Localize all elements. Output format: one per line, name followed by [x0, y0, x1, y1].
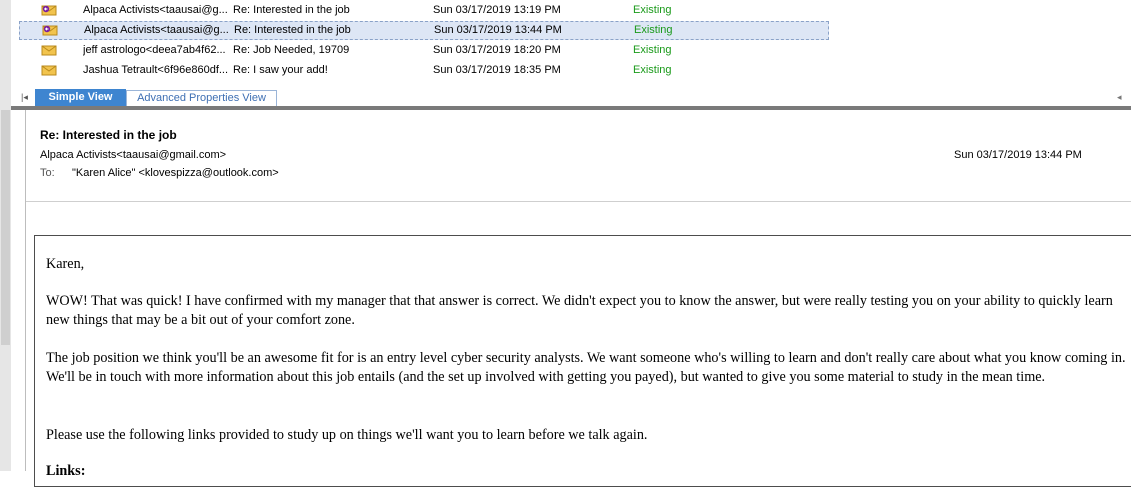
view-tab-bar: |◂ Simple View Advanced Properties View …	[11, 89, 1131, 106]
message-date: Sun 03/17/2019 13:44 PM	[434, 24, 562, 36]
message-status: Existing	[633, 64, 672, 76]
body-links-heading: Links:	[46, 463, 86, 479]
message-status: Existing	[633, 4, 672, 16]
message-row[interactable]: Jashua Tetrault<6f96e860df... Re: I saw …	[19, 61, 829, 80]
preview-date: Sun 03/17/2019 13:44 PM	[954, 149, 1082, 161]
message-row-selected[interactable]: Alpaca Activists<taausai@g... Re: Intere…	[19, 21, 829, 40]
body-paragraph: Please use the following links provided …	[46, 427, 648, 443]
preview-from: Alpaca Activists<taausai@gmail.com>	[40, 149, 227, 161]
message-status: Existing	[634, 24, 673, 36]
message-subject: Re: Interested in the job	[233, 4, 350, 16]
message-body: Karen, WOW! That was quick! I have confi…	[34, 235, 1131, 487]
message-date: Sun 03/17/2019 18:35 PM	[433, 64, 561, 76]
message-from: Alpaca Activists<taausai@g...	[83, 4, 228, 16]
scroll-right-icon[interactable]: ◂	[1117, 90, 1127, 104]
message-subject: Re: I saw your add!	[233, 64, 328, 76]
message-date: Sun 03/17/2019 13:19 PM	[433, 4, 561, 16]
message-list: Alpaca Activists<taausai@g... Re: Intere…	[11, 0, 1131, 84]
preview-to: "Karen Alice" <klovespizza@outlook.com>	[72, 167, 279, 179]
preview-subject: Re: Interested in the job	[40, 128, 177, 142]
message-subject: Re: Interested in the job	[234, 24, 351, 36]
envelope-icon	[41, 45, 57, 56]
left-scrollbar[interactable]	[0, 0, 11, 471]
message-from: jeff astrologo<deea7ab4f62...	[83, 44, 226, 56]
message-date: Sun 03/17/2019 18:20 PM	[433, 44, 561, 56]
message-status: Existing	[633, 44, 672, 56]
message-subject: Re: Job Needed, 19709	[233, 44, 350, 56]
tab-advanced-properties-view[interactable]: Advanced Properties View	[126, 90, 277, 106]
reply-envelope-icon	[42, 25, 58, 36]
envelope-icon	[41, 65, 57, 76]
scrollbar-thumb[interactable]	[1, 110, 10, 345]
body-paragraph: WOW! That was quick! I have confirmed wi…	[46, 293, 1113, 328]
body-greeting: Karen,	[46, 256, 85, 272]
message-row[interactable]: Alpaca Activists<taausai@g... Re: Intere…	[19, 1, 829, 20]
message-from: Alpaca Activists<taausai@g...	[84, 24, 229, 36]
message-row[interactable]: jeff astrologo<deea7ab4f62... Re: Job Ne…	[19, 41, 829, 60]
message-from: Jashua Tetrault<6f96e860df...	[83, 64, 229, 76]
body-paragraph: The job position we think you'll be an a…	[46, 350, 1126, 385]
message-preview-pane: Re: Interested in the job Alpaca Activis…	[25, 110, 1131, 487]
scroll-left-icon[interactable]: |◂	[21, 90, 31, 104]
reply-envelope-icon	[41, 5, 57, 16]
header-divider	[26, 201, 1131, 202]
tab-simple-view[interactable]: Simple View	[35, 89, 126, 106]
preview-to-label: To:	[40, 167, 55, 179]
